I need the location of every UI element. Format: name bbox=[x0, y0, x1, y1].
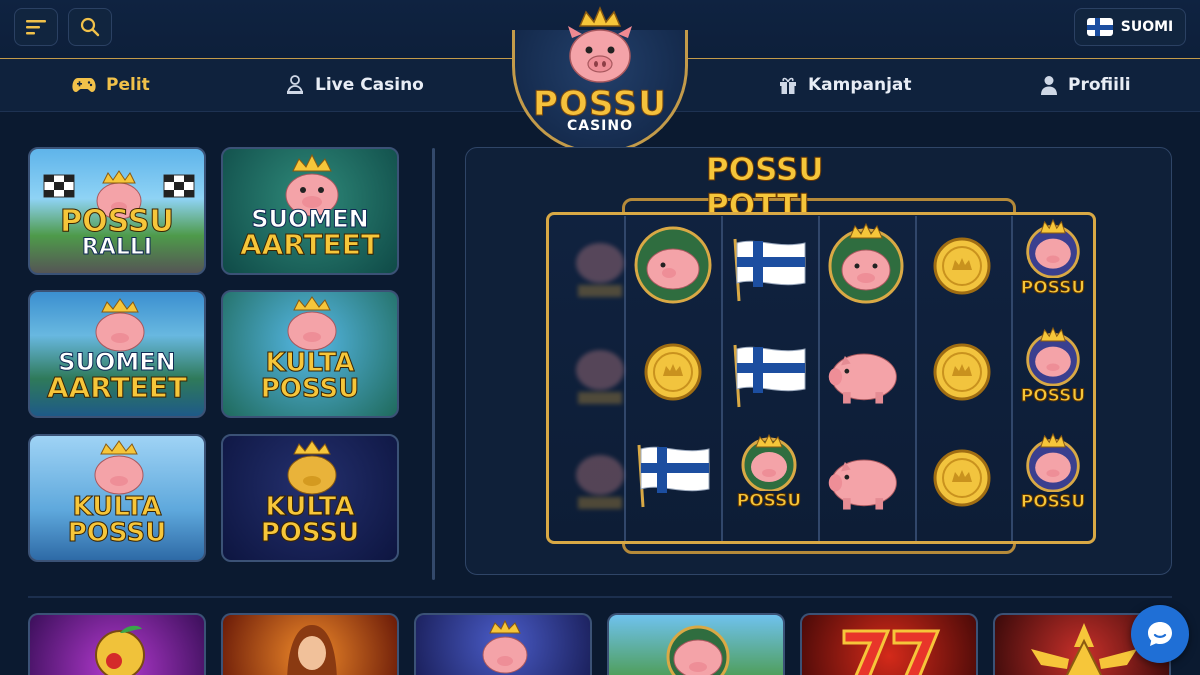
symbol-label: POSSU bbox=[1020, 386, 1086, 407]
nav-item-kampanjat[interactable]: Kampanjat bbox=[778, 59, 912, 111]
game-tile-suomen-aarteet-2[interactable]: SUOMEN AARTEET bbox=[28, 290, 206, 418]
nav-label-pelit: Pelit bbox=[106, 75, 150, 95]
game-title-line1: KULTA bbox=[265, 348, 355, 378]
live-dealer-icon bbox=[287, 75, 303, 95]
game-tile-fruit[interactable] bbox=[28, 613, 206, 675]
nav-label-live-casino: Live Casino bbox=[315, 75, 424, 95]
game-title: POSSU RALLI bbox=[30, 204, 204, 260]
game-title-line1: KULTA bbox=[72, 492, 162, 522]
finland-flag-symbol bbox=[729, 228, 809, 308]
game-title: SUOMEN AARTEET bbox=[223, 207, 397, 261]
piggy-bank-symbol bbox=[824, 440, 904, 520]
reel-separator bbox=[915, 216, 917, 541]
game-tile-heroine[interactable] bbox=[221, 613, 399, 675]
pig-mascot-icon bbox=[568, 6, 632, 83]
symbol-label: POSSU bbox=[736, 491, 802, 512]
pig-icon bbox=[94, 440, 144, 495]
search-icon bbox=[80, 17, 100, 37]
search-button[interactable] bbox=[68, 8, 112, 46]
finland-flag-icon bbox=[1086, 18, 1113, 36]
heroine-icon bbox=[287, 625, 337, 675]
chat-button[interactable] bbox=[1131, 605, 1189, 663]
pig-icon bbox=[482, 619, 528, 674]
gold-coin-symbol bbox=[922, 438, 1002, 518]
game-tile-suomen-aarteet[interactable]: SUOMEN AARTEET bbox=[221, 147, 399, 275]
nav-label-profiili: Profiili bbox=[1068, 75, 1131, 95]
game-tile-pig-meadow[interactable] bbox=[607, 613, 785, 675]
symbol-label: POSSU bbox=[1020, 492, 1086, 513]
winged-emblem-icon bbox=[1031, 623, 1137, 675]
game-title-line2: POSSU bbox=[67, 518, 167, 548]
fruit-icon bbox=[95, 625, 145, 675]
logo-subtitle: CASINO bbox=[566, 118, 634, 134]
symbol-label: POSSU bbox=[1020, 278, 1086, 299]
site-logo[interactable]: POSSU CASINO bbox=[508, 0, 692, 156]
blurred-pig-symbol bbox=[560, 228, 640, 308]
language-label: SUOMI bbox=[1120, 19, 1174, 35]
possu-pig-symbol: POSSU bbox=[729, 432, 809, 512]
game-tile-sevens[interactable] bbox=[800, 613, 978, 675]
game-title-line2: RALLI bbox=[81, 235, 153, 260]
piggy-bank-symbol bbox=[824, 334, 904, 414]
game-tile-kulta-possu[interactable]: KULTA POSSU bbox=[221, 290, 399, 418]
nav-item-pelit[interactable]: Pelit bbox=[72, 59, 150, 111]
game-title-line2: AARTEET bbox=[46, 371, 188, 404]
finland-flag-symbol bbox=[729, 334, 809, 414]
finland-flag-symbol bbox=[633, 434, 713, 514]
blurred-pig-symbol bbox=[560, 335, 640, 415]
pig-icon bbox=[95, 298, 145, 352]
chat-icon bbox=[1148, 622, 1172, 646]
game-tile-kulta-possu-3[interactable]: KULTA POSSU bbox=[221, 434, 399, 562]
reel-separator bbox=[721, 216, 723, 541]
game-title-line2: POSSU bbox=[260, 374, 360, 404]
gold-coin-symbol bbox=[922, 226, 1002, 306]
game-tile-pig-adventure[interactable] bbox=[414, 613, 592, 675]
blurred-pig-symbol bbox=[560, 440, 640, 520]
possu-pig-symbol: POSSU bbox=[1013, 218, 1093, 299]
golden-pig-icon bbox=[287, 440, 337, 495]
section-divider bbox=[28, 596, 1172, 598]
nav-label-kampanjat: Kampanjat bbox=[808, 75, 912, 95]
possu-pig-symbol: POSSU bbox=[1013, 432, 1093, 513]
pig-medallion-symbol bbox=[633, 225, 713, 305]
crowned-pig-symbol bbox=[826, 222, 906, 304]
game-title: SUOMEN AARTEET bbox=[30, 350, 204, 404]
game-title-line1: KULTA bbox=[265, 492, 355, 522]
gamepad-icon bbox=[72, 78, 96, 92]
game-title: KULTA POSSU bbox=[223, 492, 397, 548]
gold-coin-symbol bbox=[922, 332, 1002, 412]
slot-title: POSSU POTTI bbox=[706, 152, 825, 225]
pig-icon bbox=[666, 625, 730, 675]
gift-icon bbox=[780, 77, 796, 94]
game-title-line1: POSSU bbox=[60, 204, 175, 239]
game-title-line2: AARTEET bbox=[239, 228, 381, 261]
language-button[interactable]: SUOMI bbox=[1074, 8, 1186, 46]
user-icon bbox=[1041, 76, 1057, 95]
possu-pig-symbol: POSSU bbox=[1013, 326, 1093, 407]
game-title: KULTA POSSU bbox=[30, 492, 204, 548]
sevens-icon bbox=[842, 629, 941, 675]
menu-button[interactable] bbox=[14, 8, 58, 46]
reel-separator bbox=[818, 216, 820, 541]
nav-item-profiili[interactable]: Profiili bbox=[1040, 59, 1131, 111]
game-tile-kulta-possu-2[interactable]: KULTA POSSU bbox=[28, 434, 206, 562]
game-title: KULTA POSSU bbox=[223, 348, 397, 404]
nav-item-live-casino[interactable]: Live Casino bbox=[285, 59, 424, 111]
menu-icon bbox=[26, 20, 46, 35]
pig-icon bbox=[287, 296, 337, 351]
game-tile-possu-ralli[interactable]: POSSU RALLI bbox=[28, 147, 206, 275]
tiles-scrollbar[interactable] bbox=[432, 148, 435, 580]
gold-coin-symbol bbox=[633, 332, 713, 412]
game-title-line2: POSSU bbox=[260, 518, 360, 548]
